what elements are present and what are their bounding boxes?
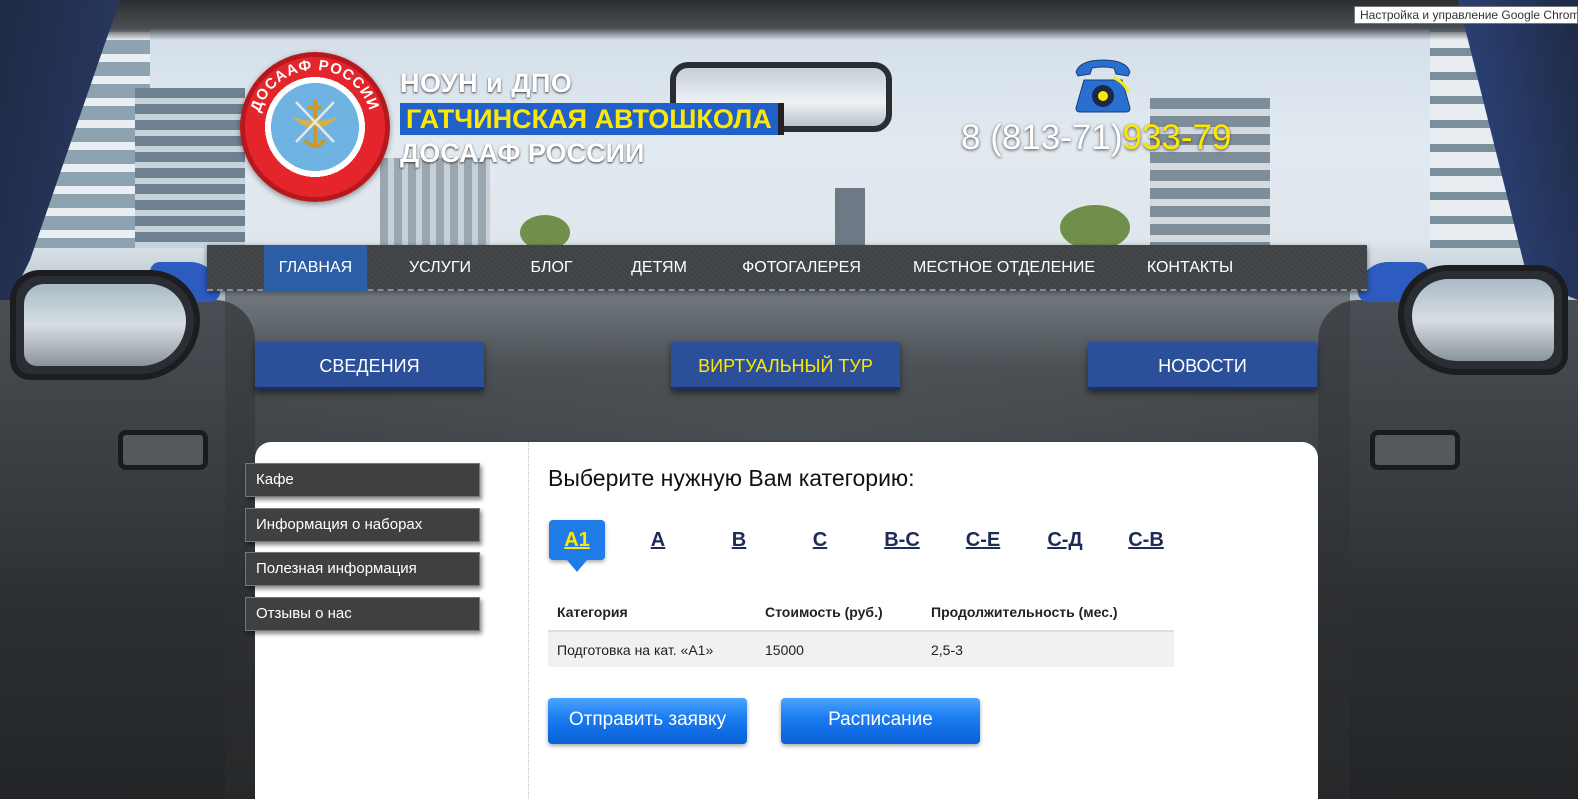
org-title: ГАТЧИНСКАЯ АВТОШКОЛА <box>400 103 784 135</box>
tree <box>1060 205 1130 250</box>
nav-item-kids[interactable]: ДЕТЯМ <box>621 245 697 291</box>
telephone-icon <box>1075 59 1131 113</box>
category-tab-b-c[interactable]: В-С <box>874 520 930 560</box>
nav-item-contacts[interactable]: КОНТАКТЫ <box>1138 245 1242 291</box>
sidebar-item-cafe[interactable]: Кафе <box>245 463 480 497</box>
nav-item-services[interactable]: УСЛУГИ <box>396 245 484 291</box>
dosaaf-logo[interactable]: ДОСААФ РОССИИ <box>240 52 390 202</box>
side-mirror-left <box>10 270 200 380</box>
main-nav: ГЛАВНАЯ УСЛУГИ БЛОГ ДЕТЯМ ФОТОГАЛЕРЕЯ МЕ… <box>207 245 1367 291</box>
building <box>135 88 245 248</box>
table-cell-price: 15000 <box>765 642 804 658</box>
building <box>380 158 490 248</box>
info-button[interactable]: СВЕДЕНИЯ <box>255 342 484 390</box>
org-line-3: ДОСААФ РОССИИ <box>400 138 645 168</box>
sidebar-item-enrollment-info[interactable]: Информация о наборах <box>245 508 480 542</box>
category-tab-c-b[interactable]: С-В <box>1118 520 1174 560</box>
send-application-button[interactable]: Отправить заявку <box>548 698 747 744</box>
news-button[interactable]: НОВОСТИ <box>1088 342 1317 390</box>
building <box>835 188 865 248</box>
side-mirror-right <box>1398 265 1568 375</box>
nav-item-gallery[interactable]: ФОТОГАЛЕРЕЯ <box>735 245 868 291</box>
browser-tooltip: Настройка и управление Google Chrome <box>1354 6 1578 24</box>
virtual-tour-button[interactable]: ВИРТУАЛЬНЫЙ ТУР <box>671 342 900 390</box>
phone-main: 933-79 <box>1122 118 1232 157</box>
table-header-category: Категория <box>557 604 628 620</box>
category-tab-b[interactable]: В <box>711 520 767 560</box>
org-line-1: НОУН и ДПО <box>400 68 573 98</box>
table-cell-category: Подготовка на кат. «А1» <box>557 642 714 658</box>
sidebar-item-reviews[interactable]: Отзывы о нас <box>245 597 480 631</box>
phone-prefix: 8 (813-71) <box>961 118 1123 157</box>
table-header-price: Стоимость (руб.) <box>765 604 883 620</box>
windshield-frame <box>0 0 1578 40</box>
panel-divider <box>528 442 529 799</box>
category-tab-a[interactable]: А <box>630 520 686 560</box>
door-handle-right <box>1370 430 1460 470</box>
nav-item-local-branch[interactable]: МЕСТНОЕ ОТДЕЛЕНИЕ <box>907 245 1101 291</box>
phone-number[interactable]: 8 (813-71)933-79 <box>961 118 1231 158</box>
nav-item-blog[interactable]: БЛОГ <box>520 245 583 291</box>
category-tab-c[interactable]: С <box>792 520 848 560</box>
category-tab-c-d[interactable]: С-Д <box>1037 520 1093 560</box>
schedule-button[interactable]: Расписание <box>781 698 980 744</box>
nav-item-home[interactable]: ГЛАВНАЯ <box>264 245 367 291</box>
door-handle-left <box>118 430 208 470</box>
sidebar-item-useful-info[interactable]: Полезная информация <box>245 552 480 586</box>
category-tab-a1[interactable]: А1 <box>549 520 605 572</box>
category-tab-c-e[interactable]: С-Е <box>955 520 1011 560</box>
anchor-emblem-icon <box>292 100 338 148</box>
table-cell-duration: 2,5-3 <box>931 642 963 658</box>
category-heading: Выберите нужную Вам категорию: <box>548 465 915 491</box>
table-header-duration: Продолжительность (мес.) <box>931 604 1118 620</box>
